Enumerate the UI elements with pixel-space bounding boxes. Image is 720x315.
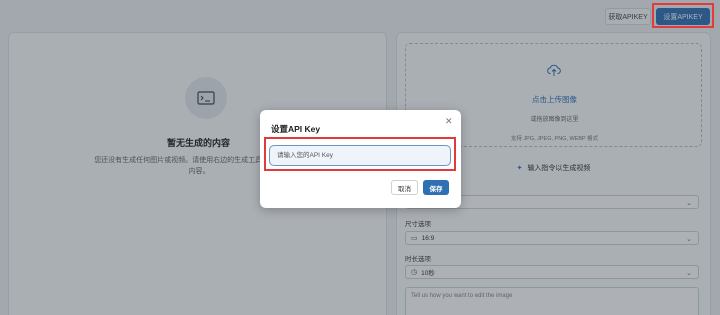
- api-key-input[interactable]: [269, 145, 451, 166]
- close-icon[interactable]: ✕: [445, 116, 453, 127]
- save-button[interactable]: 保存: [423, 180, 449, 195]
- api-key-dialog: 设置API Key ✕ 取消 保存: [260, 110, 461, 208]
- dialog-title: 设置API Key: [271, 124, 321, 134]
- cancel-button[interactable]: 取消: [391, 180, 418, 195]
